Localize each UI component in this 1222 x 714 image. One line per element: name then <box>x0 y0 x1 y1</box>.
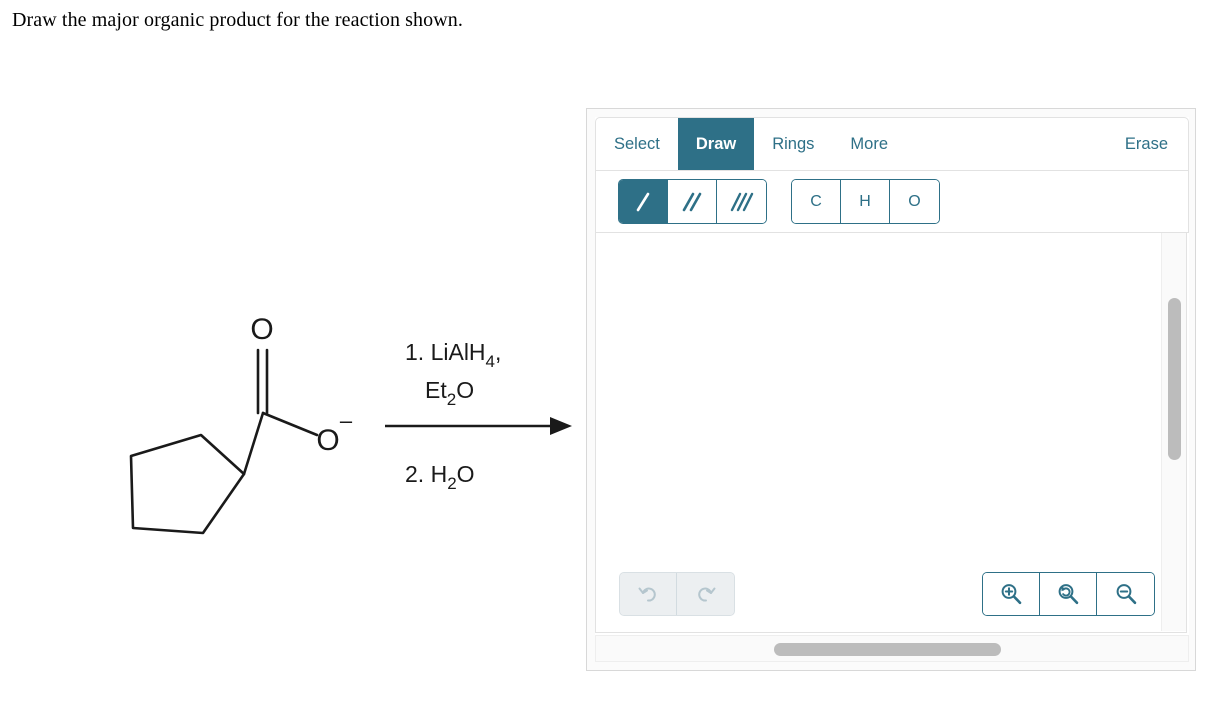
bond-ring-to-carbonyl <box>242 411 265 476</box>
tab-select-label: Select <box>614 134 660 153</box>
solvent-prefix: Et <box>425 377 447 403</box>
undo-button[interactable] <box>620 573 677 615</box>
zoom-reset-button[interactable] <box>1040 573 1097 615</box>
single-bond-button[interactable] <box>619 180 668 223</box>
element-oxygen-label: O <box>908 192 921 210</box>
reagent-line-3: 2. H2O <box>405 461 475 493</box>
reactant-structure <box>129 348 319 535</box>
tab-rings[interactable]: Rings <box>754 118 832 170</box>
element-button-carbon[interactable]: C <box>792 180 841 223</box>
reaction-scheme-svg: O O – 1. LiAlH4, Et2O 2. H2O <box>129 313 572 535</box>
reagent-1-subscript: 4 <box>486 352 495 371</box>
zoom-button-group <box>982 572 1155 616</box>
vertical-scroll-thumb[interactable] <box>1168 298 1181 460</box>
reaction-scheme: O O – 1. LiAlH4, Et2O 2. H2O <box>55 295 585 560</box>
carbonyl-oxygen-label: O <box>250 313 273 346</box>
magnifier-plus-icon <box>1001 584 1022 605</box>
redo-button[interactable] <box>677 573 734 615</box>
history-button-group <box>619 572 735 616</box>
editor-inner-frame: Select Draw Rings More Erase C H O <box>595 117 1189 635</box>
solvent-suffix: O <box>456 377 474 403</box>
element-carbon-label: C <box>810 192 822 210</box>
single-bond-icon <box>636 192 650 211</box>
solvent-subscript: 2 <box>447 390 456 409</box>
canvas-horizontal-scrollbar[interactable] <box>595 635 1189 662</box>
negative-charge-label: – <box>340 408 353 433</box>
canvas-vertical-scrollbar[interactable] <box>1161 233 1186 631</box>
element-button-oxygen[interactable]: O <box>890 180 939 223</box>
redo-icon <box>697 587 715 602</box>
editor-tool-row: C H O <box>595 171 1189 233</box>
reagent-line-2: Et2O <box>425 377 474 409</box>
bond-carbonyl-to-oxyanion <box>261 411 319 437</box>
erase-button[interactable]: Erase <box>1107 118 1188 170</box>
arrow-head <box>550 417 572 435</box>
zoom-in-button[interactable] <box>983 573 1040 615</box>
tab-draw-label: Draw <box>695 134 737 153</box>
reaction-arrow <box>385 417 572 435</box>
bond-tool-group <box>618 179 767 224</box>
double-bond-button[interactable] <box>668 180 717 223</box>
cyclopentane-ring <box>129 433 246 535</box>
reagent-1-comma: , <box>495 339 501 365</box>
element-hydrogen-label: H <box>859 192 871 210</box>
editor-tab-bar: Select Draw Rings More Erase <box>595 117 1189 171</box>
zoom-out-button[interactable] <box>1097 573 1154 615</box>
tab-draw[interactable]: Draw <box>677 118 755 170</box>
element-button-group: C H O <box>791 179 940 224</box>
drawing-canvas-area <box>595 233 1187 633</box>
horizontal-scroll-thumb[interactable] <box>774 643 1001 656</box>
molecule-editor-panel: Select Draw Rings More Erase C H O <box>586 108 1196 671</box>
workup-prefix: 2. H <box>405 461 447 487</box>
reagent-1-main: 1. LiAlH <box>405 339 486 365</box>
double-bond-icon <box>682 192 702 211</box>
reagent-line-1: 1. LiAlH4, <box>405 339 501 371</box>
undo-icon <box>638 587 656 602</box>
workup-suffix: O <box>457 461 475 487</box>
tab-more-label: More <box>850 134 888 153</box>
element-button-hydrogen[interactable]: H <box>841 180 890 223</box>
magnifier-minus-icon <box>1116 584 1136 605</box>
triple-bond-icon <box>730 192 753 211</box>
question-prompt: Draw the major organic product for the r… <box>12 9 463 31</box>
triple-bond-button[interactable] <box>717 180 766 223</box>
tab-select[interactable]: Select <box>596 118 678 170</box>
oxyanion-label: O <box>316 424 339 457</box>
tab-more[interactable]: More <box>832 118 906 170</box>
magnifier-reset-icon <box>1058 584 1079 605</box>
erase-label: Erase <box>1124 134 1168 153</box>
workup-subscript: 2 <box>447 474 456 493</box>
tab-rings-label: Rings <box>772 134 815 153</box>
